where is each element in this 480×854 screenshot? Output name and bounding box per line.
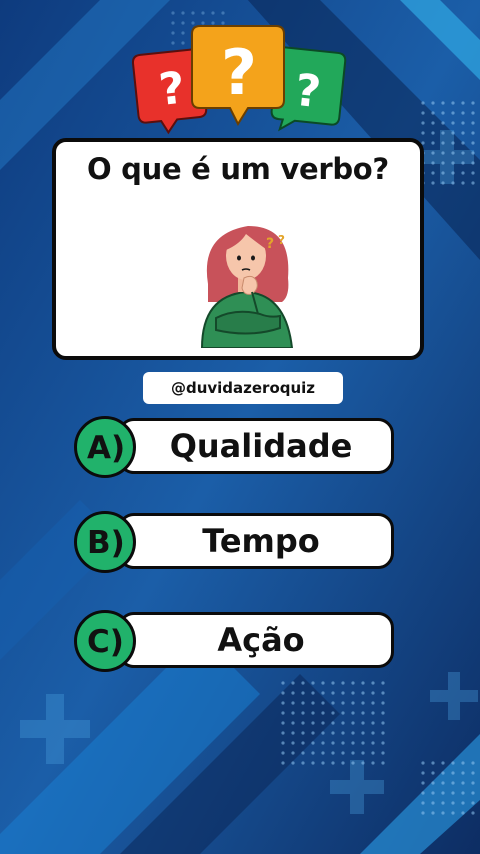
svg-text:?: ?	[266, 236, 274, 252]
svg-text:?: ?	[292, 65, 323, 118]
option-c[interactable]: Ação C)	[74, 610, 396, 672]
option-a-pill[interactable]: Qualidade	[118, 418, 394, 474]
option-c-pill[interactable]: Ação	[118, 612, 394, 668]
option-a[interactable]: Qualidade A)	[74, 416, 396, 478]
option-b-pill[interactable]: Tempo	[118, 513, 394, 569]
svg-text:?: ?	[157, 63, 188, 116]
thinking-woman-icon: ? ?	[200, 226, 294, 348]
option-b-text: Tempo	[202, 522, 320, 560]
svg-text:?: ?	[278, 233, 285, 247]
question-card: O que é um verbo? ? ?	[52, 138, 424, 360]
option-b[interactable]: Tempo B)	[74, 511, 396, 573]
option-a-letter: A)	[87, 430, 126, 466]
option-c-text: Ação	[217, 621, 305, 659]
svg-text:?: ?	[221, 36, 257, 109]
account-handle: @duvidazeroquiz	[143, 372, 343, 404]
question-text: O que é um verbo?	[87, 152, 389, 186]
option-b-badge[interactable]: B)	[74, 511, 136, 573]
question-bubbles: ? ? ?	[131, 25, 347, 135]
option-a-badge[interactable]: A)	[74, 416, 136, 478]
option-c-badge[interactable]: C)	[74, 610, 136, 672]
option-b-letter: B)	[87, 525, 125, 561]
option-c-letter: C)	[87, 624, 124, 660]
option-a-text: Qualidade	[169, 427, 353, 465]
